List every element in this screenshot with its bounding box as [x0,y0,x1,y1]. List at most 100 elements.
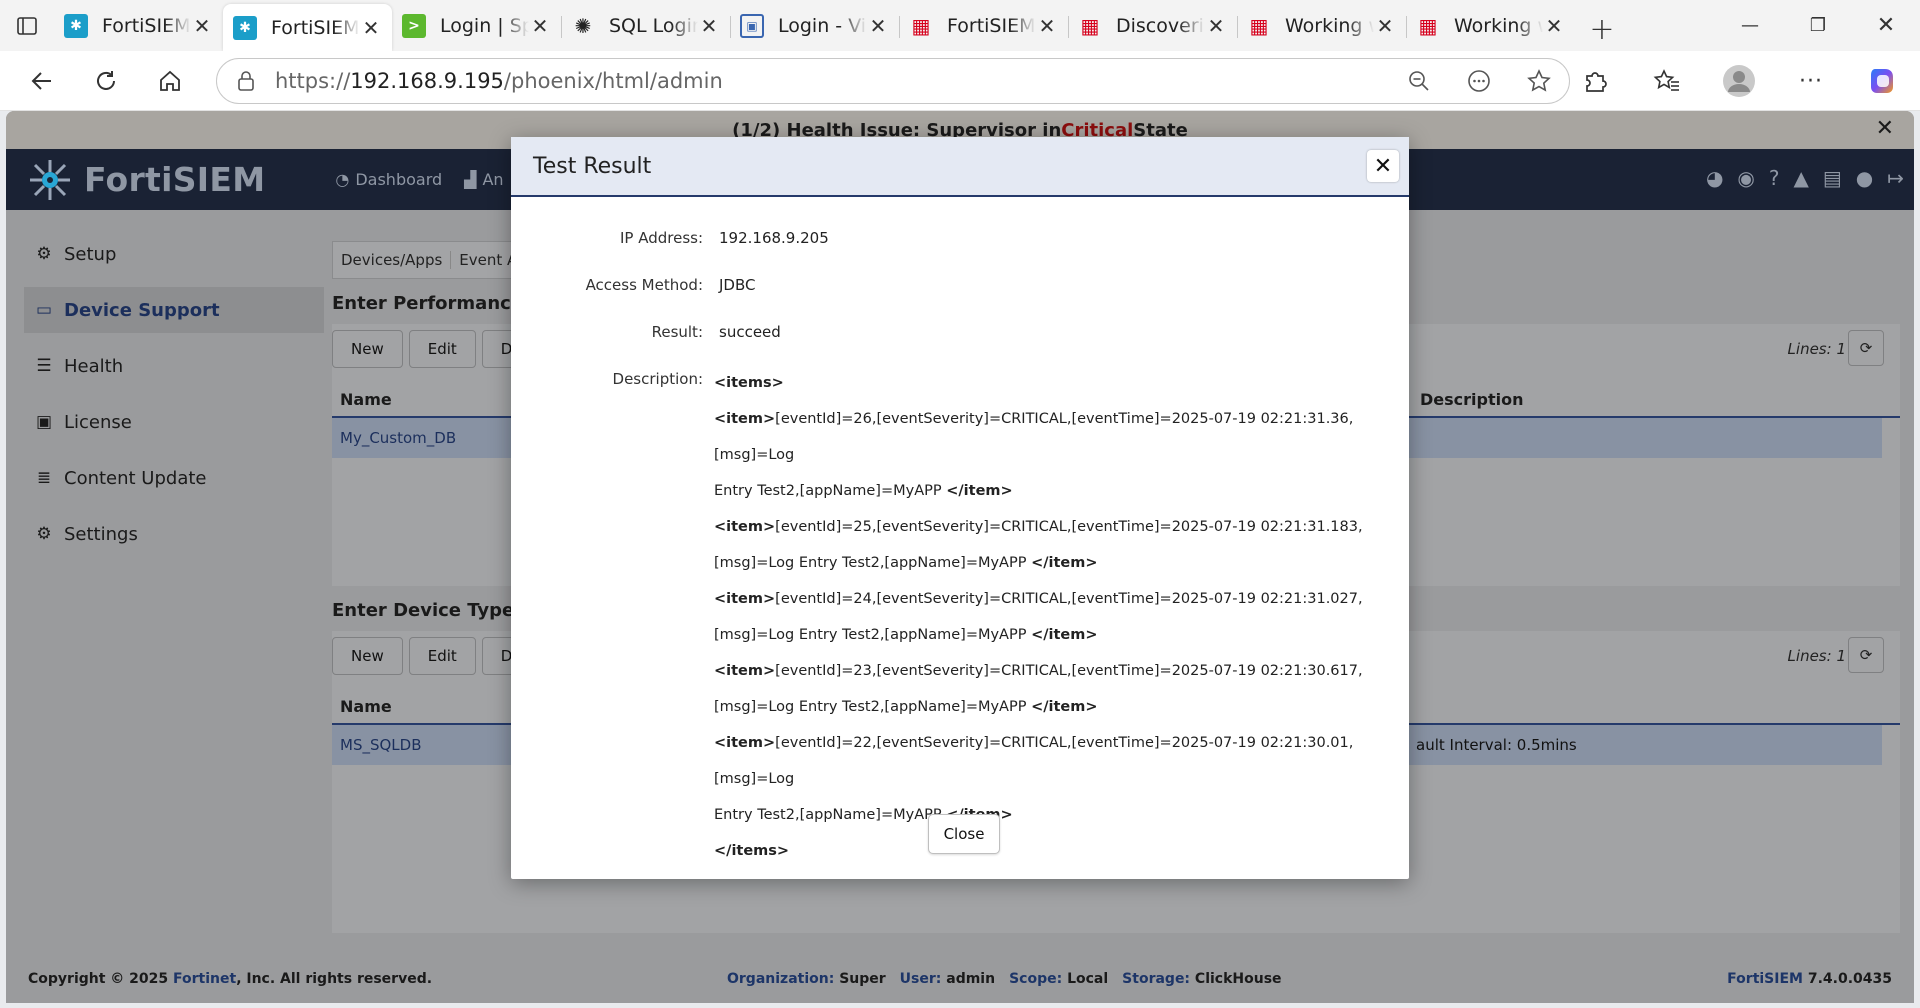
logout-icon[interactable]: ↦ [1887,166,1904,190]
col-description[interactable]: Description [1420,390,1523,409]
new-button[interactable]: New [332,637,403,675]
field-label: Description: [612,370,703,388]
close-icon[interactable]: ✕ [1374,14,1396,38]
copyright-brand-link[interactable]: Fortinet [173,971,236,987]
browser-tab[interactable]: ▣ Login - Vi ✕ [730,4,899,48]
new-tab-button[interactable]: + [1575,7,1629,51]
address-bar[interactable]: https://192.168.9.195/phoenix/html/admin [216,58,1570,104]
more-options-button[interactable]: ··· [1782,59,1840,103]
close-icon[interactable]: ✕ [1543,14,1565,38]
version-info: FortiSIEM 7.4.0.0435 [1727,971,1892,987]
url-text[interactable]: https://192.168.9.195/phoenix/html/admin [275,69,1389,93]
close-icon[interactable]: ✕ [529,14,551,38]
sidebar-item-label: Settings [64,523,138,545]
close-icon: ✕ [1876,13,1896,38]
back-arrow-icon [31,71,51,90]
scope-value: Local [1067,971,1109,987]
org-value: Super [839,971,886,987]
xml-text: Entry Test2,[appName]=MyAPP [714,807,947,823]
xml-text: [eventId]=23,[eventSeverity]=CRITICAL,[e… [775,663,1363,679]
tab-actions-button[interactable] [0,0,54,51]
close-icon[interactable]: ✕ [1036,14,1058,38]
col-name[interactable]: Name [340,390,392,409]
tab-title: Login - Vi [778,15,867,37]
browser-tab[interactable]: ▦ Discoveri ✕ [1068,4,1237,48]
robot-icon[interactable]: ◉ [1737,166,1754,190]
back-button[interactable] [20,59,64,103]
field-value: JDBC [719,276,756,294]
browser-tab-active[interactable]: ✱ FortiSIEM ✕ [223,4,392,51]
lock-icon[interactable] [217,70,275,92]
xml-line: [msg]=Log Entry Test2,[appName]=MyAPP </… [714,689,1394,725]
browser-tab[interactable]: ✱ FortiSIEM ✕ [54,4,223,48]
user-icon[interactable]: ● [1856,166,1873,190]
field-label: Access Method: [585,276,703,294]
close-icon[interactable]: ✕ [191,14,213,38]
copilot-icon [1871,69,1893,93]
extensions-button[interactable] [1566,59,1624,103]
ellipsis-icon: ··· [1799,68,1823,94]
restore-button[interactable]: ❐ [1784,0,1852,51]
nav-dashboard-label: Dashboard [355,170,443,189]
browser-tab[interactable]: ✺ SQL Login ✕ [561,4,730,48]
sidebar-item-label: Content Update [64,467,207,489]
fortinet-icon: ▦ [911,14,931,38]
tab-devices-apps[interactable]: Devices/Apps [333,251,452,269]
row-name: MS_SQLDB [340,736,422,754]
dialog-close-button[interactable]: ✕ [1367,150,1399,182]
dashboard-icon: ◔ [335,170,350,189]
profile-button[interactable] [1710,59,1768,103]
row-description: ault Interval: 0.5mins [1416,736,1577,754]
new-button[interactable]: New [332,330,403,368]
browser-tab[interactable]: ▦ FortiSIEM ✕ [899,4,1068,48]
favorites-icon [1653,69,1679,91]
sidebar-item-content-update[interactable]: ≣ Content Update [24,455,324,501]
field-label: Result: [651,323,703,341]
browser-tab[interactable]: ▦ Working w ✕ [1237,4,1406,48]
close-icon[interactable]: ✕ [1876,116,1894,141]
xml-text: [eventId]=22,[eventSeverity]=CRITICAL,[e… [714,735,1354,787]
browser-toolbar: https://192.168.9.195/phoenix/html/admin… [0,51,1920,111]
favorites-button[interactable] [1638,59,1696,103]
browser-tab[interactable]: > Login | Sp ✕ [392,4,561,48]
close-icon[interactable]: ✕ [360,16,382,40]
sidebar-item-setup[interactable]: ⚙ Setup [24,231,324,277]
palette-icon[interactable]: ◕ [1706,166,1723,190]
browser-tab-bar: ✱ FortiSIEM ✕ ✱ FortiSIEM ✕ > Login | Sp… [0,0,1920,51]
close-button[interactable]: Close [928,814,1000,854]
copilot-button[interactable] [1854,59,1912,103]
refresh-button[interactable]: ⟳ [1848,330,1884,366]
xml-tag: </item> [946,483,1013,499]
xml-line: <item>[eventId]=22,[eventSeverity]=CRITI… [714,725,1394,797]
nav-dashboard[interactable]: ◔ Dashboard [335,170,442,189]
sidebar-item-device-support[interactable]: ▭ Device Support [24,287,324,333]
minimize-button[interactable]: — [1716,0,1784,51]
field-value: succeed [719,323,781,341]
sidebar-item-license[interactable]: ▣ License [24,399,324,445]
gears-icon: ⚙ [36,524,52,544]
nav-analytics[interactable]: ▟ An [464,170,503,189]
close-icon[interactable]: ✕ [698,14,720,38]
read-aloud-icon[interactable] [1449,68,1509,94]
xml-tag: <item> [714,591,776,607]
close-window-button[interactable]: ✕ [1852,0,1920,51]
tab-title: Login | Sp [440,15,529,37]
edit-button[interactable]: Edit [408,637,476,675]
close-icon[interactable]: ✕ [867,14,889,38]
id-card-icon[interactable]: ▤ [1823,166,1842,190]
help-icon[interactable]: ? [1769,166,1780,190]
close-icon[interactable]: ✕ [1205,14,1227,38]
fortinet-icon: ▦ [1080,14,1100,38]
warning-icon[interactable]: ▲ [1793,166,1808,190]
copyright-suffix: , Inc. All rights reserved. [236,971,433,987]
sidebar-item-health[interactable]: ☰ Health [24,343,324,389]
edit-button[interactable]: Edit [408,330,476,368]
refresh-button[interactable]: ⟳ [1848,637,1884,673]
browser-tab[interactable]: ▦ Working w ✕ [1406,4,1575,48]
col-name[interactable]: Name [340,697,392,716]
reload-button[interactable] [84,59,128,103]
zoom-out-icon[interactable] [1389,69,1449,93]
home-button[interactable] [148,59,192,103]
sidebar-item-settings[interactable]: ⚙ Settings [24,511,324,557]
fortisiem-logo[interactable]: FortiSIEM [28,158,265,202]
